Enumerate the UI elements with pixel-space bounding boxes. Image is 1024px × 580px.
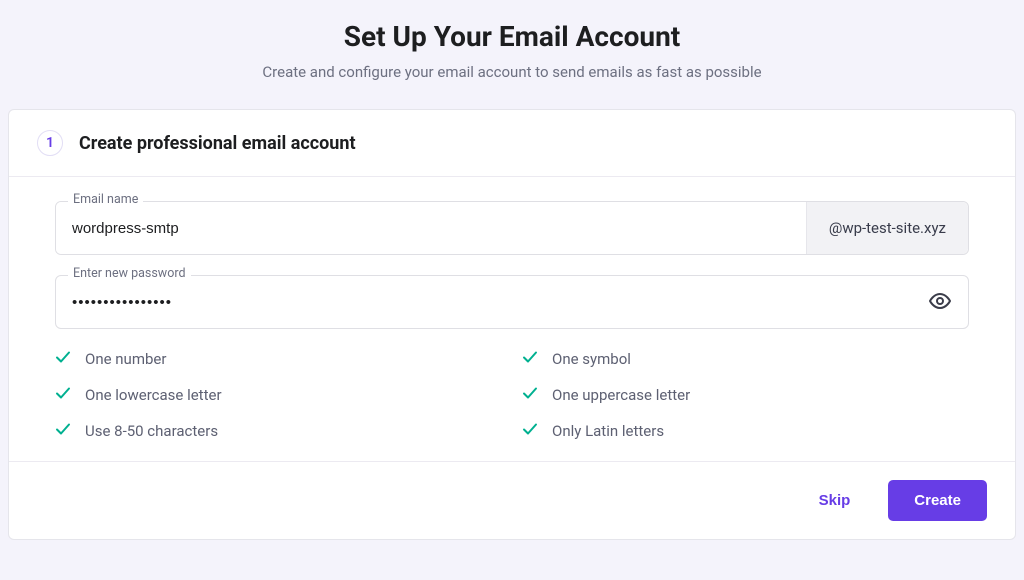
rule-text: One uppercase letter <box>552 386 690 404</box>
check-icon <box>55 349 71 369</box>
rule-item: One uppercase letter <box>522 385 969 405</box>
rule-item: Only Latin letters <box>522 421 969 441</box>
create-button[interactable]: Create <box>888 480 987 521</box>
rule-item: Use 8-50 characters <box>55 421 502 441</box>
email-domain-chip: @wp-test-site.xyz <box>806 202 968 254</box>
eye-icon <box>928 289 952 316</box>
page-hero: Set Up Your Email Account Create and con… <box>8 20 1016 81</box>
password-input-row <box>55 275 969 329</box>
rule-item: One lowercase letter <box>55 385 502 405</box>
step-number-badge: 1 <box>37 130 63 156</box>
rule-text: One symbol <box>552 350 631 368</box>
rule-text: One number <box>85 350 166 368</box>
email-field-wrapper: Email name @wp-test-site.xyz <box>55 201 969 255</box>
password-input[interactable] <box>56 294 922 311</box>
check-icon <box>55 421 71 441</box>
email-input-row: @wp-test-site.xyz <box>55 201 969 255</box>
page-subtitle: Create and configure your email account … <box>8 63 1016 81</box>
check-icon <box>522 385 538 405</box>
toggle-password-visibility-button[interactable] <box>922 283 958 322</box>
password-label: Enter new password <box>68 266 191 281</box>
rule-item: One symbol <box>522 349 969 369</box>
skip-button[interactable]: Skip <box>803 482 867 519</box>
check-icon <box>522 349 538 369</box>
setup-card: 1 Create professional email account Emai… <box>8 109 1016 540</box>
check-icon <box>55 385 71 405</box>
rule-text: One lowercase letter <box>85 386 222 404</box>
password-field-wrapper: Enter new password <box>55 275 969 329</box>
email-label: Email name <box>68 192 143 207</box>
rule-item: One number <box>55 349 502 369</box>
rule-text: Only Latin letters <box>552 422 664 440</box>
rule-text: Use 8-50 characters <box>85 422 218 440</box>
card-body: Email name @wp-test-site.xyz Enter new p… <box>9 177 1015 461</box>
card-header: 1 Create professional email account <box>9 110 1015 177</box>
email-name-input[interactable] <box>56 202 806 254</box>
step-title: Create professional email account <box>79 133 356 154</box>
check-icon <box>522 421 538 441</box>
card-footer: Skip Create <box>9 461 1015 539</box>
password-rules: One number One symbol One lowercase lett… <box>55 349 969 441</box>
page-title: Set Up Your Email Account <box>8 20 1016 53</box>
